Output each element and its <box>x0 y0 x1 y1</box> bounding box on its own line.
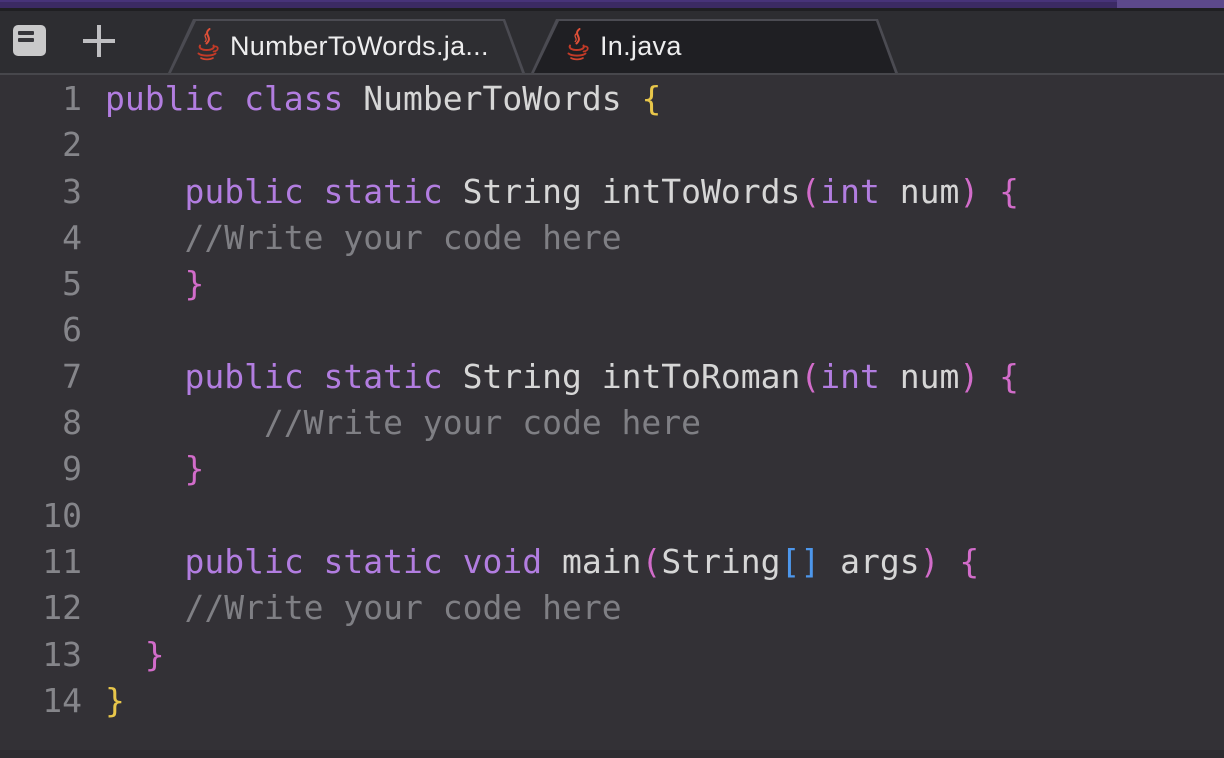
code-token: args <box>820 541 920 581</box>
line-number: 10 <box>42 495 82 535</box>
code-token: String intToRoman <box>442 356 801 396</box>
tab-numbertowords-java[interactable]: NumberToWords.ja... <box>168 19 525 73</box>
tab-in-java[interactable]: In.java <box>531 19 898 73</box>
header-strip <box>0 0 1224 8</box>
code-area: 1 public class NumberToWords {2 3 public s… <box>0 75 1224 724</box>
tab-bar: NumberToWords.ja... In.java <box>0 11 1224 73</box>
code-token: ( <box>800 356 821 396</box>
code-token: num <box>879 356 960 396</box>
file-list-button[interactable] <box>13 25 46 56</box>
code-token: int <box>820 356 880 396</box>
code-line: 10 <box>20 493 1224 539</box>
code-line: 8 //Write your code here <box>20 400 1224 446</box>
code-token: //Write your code here <box>105 403 702 443</box>
code-editor[interactable]: 1 public class NumberToWords {2 3 public s… <box>0 75 1224 750</box>
code-token: num <box>879 171 960 211</box>
code-text: //Write your code here <box>105 588 622 628</box>
line-number: 2 <box>62 125 82 165</box>
code-token: ) <box>959 171 980 211</box>
code-text: public static String intToWords(int num)… <box>105 172 1019 211</box>
code-line: 13 } <box>20 632 1224 678</box>
file-list-icon <box>13 25 46 56</box>
code-text: //Write your code here <box>105 403 701 442</box>
code-token: { <box>999 356 1019 396</box>
code-line: 1 public class NumberToWords { <box>20 76 1224 122</box>
line-number: 4 <box>62 217 82 257</box>
code-token: ( <box>800 171 821 211</box>
line-number: 11 <box>42 541 82 581</box>
code-token: main <box>542 541 642 581</box>
code-token: } <box>184 264 205 304</box>
code-text: //Write your code here <box>105 217 622 257</box>
code-token: { <box>999 171 1019 211</box>
line-number: 6 <box>62 310 82 350</box>
code-token: ) <box>919 541 940 581</box>
new-tab-button[interactable] <box>83 25 115 57</box>
line-number: 8 <box>62 403 82 443</box>
header-strip-accent <box>1117 0 1224 8</box>
code-line: 5 } <box>20 261 1224 307</box>
code-token: public static <box>184 356 443 396</box>
code-line: 14} <box>20 678 1224 724</box>
line-number: 7 <box>62 356 82 396</box>
code-line: 9 } <box>20 446 1224 492</box>
java-icon <box>197 28 219 61</box>
code-text: } <box>105 681 125 720</box>
code-line: 2 <box>20 122 1224 168</box>
code-line: 12 //Write your code here <box>20 585 1224 631</box>
line-number: 9 <box>62 449 82 489</box>
line-number: 14 <box>42 680 82 720</box>
code-line: 11 public static void main(String[] args… <box>20 539 1224 585</box>
code-token: //Write your code here <box>105 217 622 257</box>
code-token: String intToWords <box>442 171 801 211</box>
line-number: 12 <box>42 588 82 628</box>
code-line: 3 public static String intToWords(int nu… <box>20 169 1224 215</box>
code-line: 4 //Write your code here <box>20 215 1224 261</box>
code-text: } <box>105 449 204 488</box>
plus-icon <box>83 25 115 57</box>
java-icon <box>567 28 589 61</box>
line-number: 5 <box>62 264 82 304</box>
code-text: } <box>105 635 165 674</box>
code-token: ) <box>959 356 980 396</box>
code-token: NumberToWords <box>343 79 642 118</box>
line-number: 1 <box>62 79 82 118</box>
code-text: public class NumberToWords { <box>105 79 661 118</box>
code-token: { <box>641 79 662 118</box>
code-token: public class <box>105 79 344 118</box>
code-token: { <box>959 541 980 581</box>
code-line: 7 public static String intToRoman(int nu… <box>20 354 1224 400</box>
tab-label: In.java <box>600 30 682 61</box>
code-token: public static void <box>184 541 543 581</box>
line-number: 3 <box>62 171 82 211</box>
code-line: 6 <box>20 307 1224 353</box>
tab-label: NumberToWords.ja... <box>230 30 489 61</box>
code-token: } <box>105 680 125 720</box>
code-token: int <box>820 171 880 211</box>
code-token: //Write your code here <box>105 588 622 628</box>
code-text: public static String intToRoman(int num)… <box>105 357 1019 396</box>
code-token: public static <box>184 171 443 211</box>
code-token: [] <box>780 541 821 581</box>
bottom-strip <box>0 750 1224 758</box>
code-token: } <box>144 634 165 674</box>
code-text: } <box>105 264 204 303</box>
code-token: } <box>184 449 205 489</box>
code-token: ( <box>641 541 662 581</box>
code-token: String <box>661 541 781 581</box>
code-text: public static void main(String[] args) { <box>105 542 979 581</box>
line-number: 13 <box>42 634 82 674</box>
